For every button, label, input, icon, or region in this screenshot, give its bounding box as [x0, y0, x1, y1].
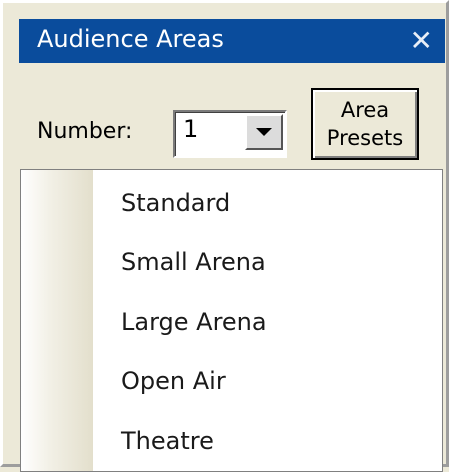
menu-item-small-arena[interactable]: Small Arena: [121, 247, 266, 277]
menu-item-standard[interactable]: Standard: [121, 188, 230, 218]
number-value: 1: [183, 115, 199, 143]
dialog-frame: Audience Areas ✕ Number: 1 Area Presets …: [0, 0, 449, 472]
close-icon[interactable]: ✕: [410, 23, 433, 59]
area-presets-label-line1: Area: [340, 98, 390, 122]
menu-gutter: [21, 170, 93, 471]
dropdown-button[interactable]: [245, 114, 283, 150]
title-bar[interactable]: Audience Areas ✕: [19, 19, 445, 63]
chevron-down-icon: [256, 128, 272, 136]
presets-menu: Standard Small Arena Large Arena Open Ai…: [20, 169, 443, 472]
number-label: Number:: [37, 119, 133, 144]
menu-item-theatre[interactable]: Theatre: [121, 426, 214, 456]
window-title: Audience Areas: [37, 25, 224, 53]
menu-item-large-arena[interactable]: Large Arena: [121, 307, 267, 337]
area-presets-button[interactable]: Area Presets: [311, 88, 419, 160]
menu-item-open-air[interactable]: Open Air: [121, 366, 226, 396]
area-presets-label-line2: Presets: [326, 126, 404, 150]
number-combobox[interactable]: 1: [173, 110, 287, 158]
